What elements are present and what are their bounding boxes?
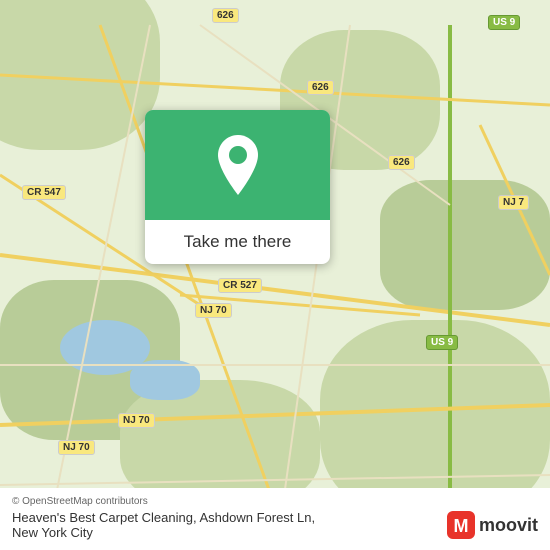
label-us9-b: US 9 bbox=[426, 335, 458, 350]
label-nj70-c: NJ 70 bbox=[58, 440, 95, 455]
take-me-there-label[interactable]: Take me there bbox=[184, 232, 292, 251]
label-nj70-a: NJ 70 bbox=[195, 303, 232, 318]
label-626-b: 626 bbox=[307, 80, 334, 95]
location-text: Heaven's Best Carpet Cleaning, Ashdown F… bbox=[12, 510, 447, 540]
footer-bottom: Heaven's Best Carpet Cleaning, Ashdown F… bbox=[12, 510, 538, 540]
moovit-icon: M bbox=[447, 511, 475, 539]
roads-svg bbox=[0, 0, 550, 550]
label-cr547: CR 547 bbox=[22, 185, 66, 200]
label-nj70-b: NJ 70 bbox=[118, 413, 155, 428]
label-us9-a: US 9 bbox=[488, 15, 520, 30]
label-626-a: 626 bbox=[212, 8, 239, 23]
label-626-c: 626 bbox=[388, 155, 415, 170]
svg-text:M: M bbox=[453, 516, 468, 536]
card-green-background bbox=[145, 110, 330, 220]
map-background: CR 547 CR 527 NJ 70 NJ 70 NJ 70 US 9 US … bbox=[0, 0, 550, 550]
moovit-text: moovit bbox=[479, 515, 538, 536]
card-button-area[interactable]: Take me there bbox=[145, 220, 330, 264]
attribution-text: © OpenStreetMap contributors bbox=[12, 496, 538, 507]
footer-bar: © OpenStreetMap contributors Heaven's Be… bbox=[0, 488, 550, 550]
label-nj7: NJ 7 bbox=[498, 195, 529, 210]
map-container: CR 547 CR 527 NJ 70 NJ 70 NJ 70 US 9 US … bbox=[0, 0, 550, 550]
label-cr527: CR 527 bbox=[218, 278, 262, 293]
moovit-logo: M moovit bbox=[447, 511, 538, 539]
location-pin-icon bbox=[213, 135, 263, 195]
take-me-there-card[interactable]: Take me there bbox=[145, 110, 330, 264]
